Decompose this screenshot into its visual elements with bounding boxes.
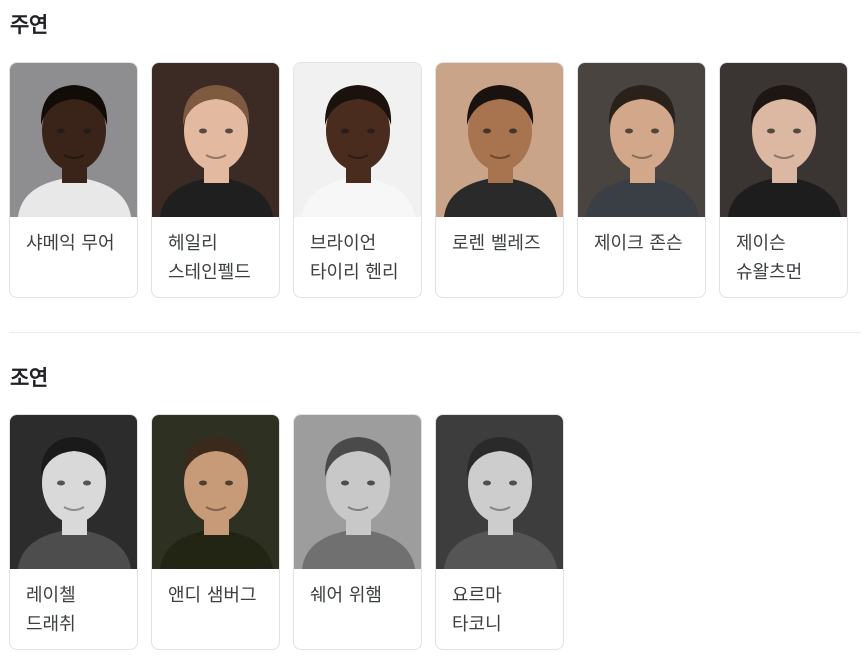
cast-photo: [436, 63, 563, 217]
cast-photo: [10, 63, 137, 217]
cast-photo: [10, 415, 137, 569]
cast-name: 앤디 샘버그: [168, 585, 257, 606]
cast-card[interactable]: 브라이언 타이리 헨리: [293, 62, 422, 298]
cast-name: 로렌 벨레즈: [452, 233, 541, 254]
section-divider: [9, 332, 861, 333]
cast-name: 요르마 타코니: [452, 585, 502, 635]
cast-photo: [294, 415, 421, 569]
cast-card[interactable]: 제이크 존슨: [577, 62, 706, 298]
cast-card[interactable]: 헤일리 스테인펠드: [151, 62, 280, 298]
cast-card[interactable]: 앤디 샘버그: [151, 414, 280, 650]
cast-card[interactable]: 로렌 벨레즈: [435, 62, 564, 298]
cast-name: 제이크 존슨: [594, 233, 683, 254]
cast-name: 제이슨 슈왈츠먼: [736, 233, 803, 283]
cast-name: 레이첼 드래취: [26, 585, 76, 635]
section-title-supporting-cast: 조연: [10, 366, 48, 390]
cast-card[interactable]: 제이슨 슈왈츠먼: [719, 62, 848, 298]
cast-photo: [720, 63, 847, 217]
section-title-main-cast: 주연: [10, 13, 48, 37]
cast-photo: [578, 63, 705, 217]
cast-name: 헤일리 스테인펠드: [168, 233, 251, 283]
supporting-cast-grid: 레이첼 드래취 앤디 샘버그 쉐어 위햄 요르마 타코니: [9, 414, 564, 650]
cast-card[interactable]: 레이첼 드래취: [9, 414, 138, 650]
cast-photo: [436, 415, 563, 569]
cast-name: 샤메익 무어: [26, 233, 115, 254]
cast-card[interactable]: 요르마 타코니: [435, 414, 564, 650]
cast-photo: [152, 415, 279, 569]
cast-photo: [152, 63, 279, 217]
cast-photo: [294, 63, 421, 217]
cast-name: 브라이언 타이리 헨리: [310, 233, 399, 283]
cast-card[interactable]: 샤메익 무어: [9, 62, 138, 298]
main-cast-grid: 샤메익 무어 헤일리 스테인펠드 브라이언 타이리 헨리 로렌 벨레즈 제이크 …: [9, 62, 848, 298]
cast-name: 쉐어 위햄: [310, 585, 382, 606]
cast-card[interactable]: 쉐어 위햄: [293, 414, 422, 650]
